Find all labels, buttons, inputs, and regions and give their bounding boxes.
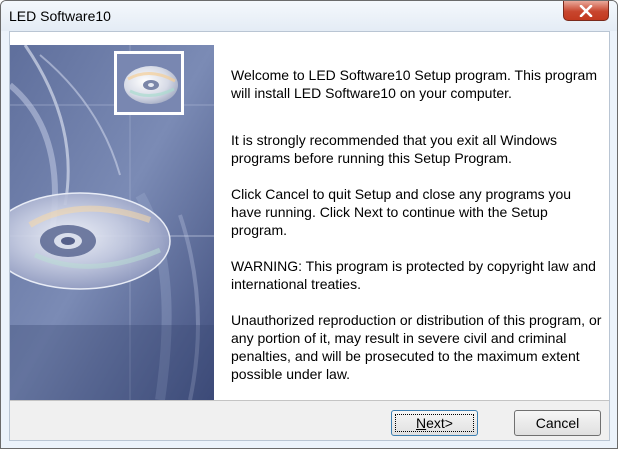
- exit-programs-paragraph: It is strongly recommended that you exit…: [231, 132, 558, 166]
- close-icon: [579, 4, 593, 17]
- welcome-paragraph: Welcome to LED Software10 Setup program.…: [231, 67, 597, 101]
- button-bar: Next> Cancel: [10, 400, 609, 440]
- focus-ring: [395, 414, 474, 432]
- setup-side-image: [10, 45, 214, 400]
- window-title: LED Software10: [9, 8, 111, 24]
- close-button[interactable]: [563, 1, 609, 21]
- warning-paragraph: WARNING: This program is protected by co…: [231, 258, 596, 292]
- dialog-body: Welcome to LED Software10 Setup program.…: [9, 31, 610, 441]
- setup-dialog: LED Software10 Welcome to LED Software10…: [0, 0, 618, 449]
- next-button[interactable]: Next>: [391, 410, 478, 436]
- instructions-paragraph: Click Cancel to quit Setup and close any…: [231, 186, 572, 238]
- title-bar[interactable]: LED Software10: [1, 1, 617, 31]
- cancel-button[interactable]: Cancel: [514, 410, 601, 436]
- welcome-text: Welcome to LED Software10 Setup program.…: [231, 66, 603, 383]
- legal-paragraph: Unauthorized reproduction or distributio…: [231, 312, 602, 382]
